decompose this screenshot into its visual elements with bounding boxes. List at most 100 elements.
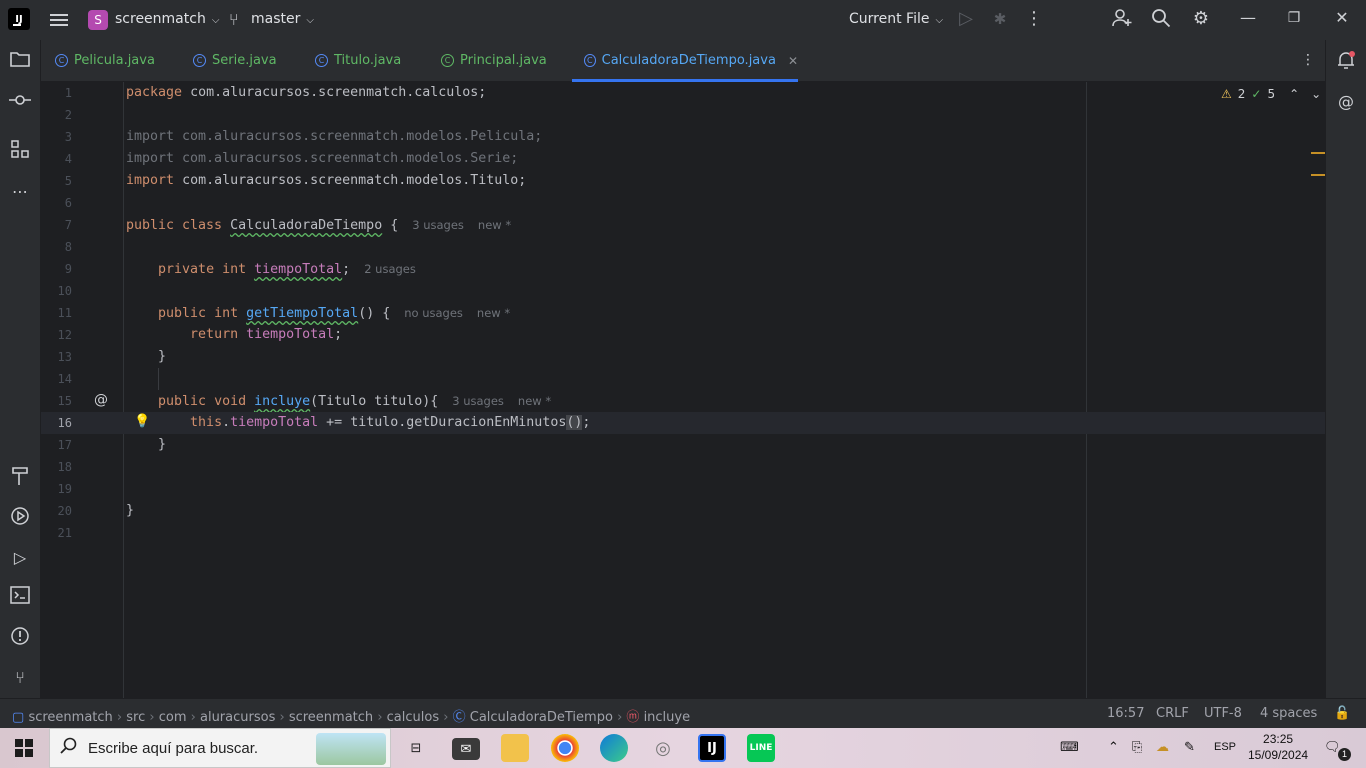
chrome-icon[interactable] <box>551 734 579 762</box>
file-explorer-icon[interactable] <box>501 734 529 762</box>
project-folder-icon[interactable] <box>8 50 32 74</box>
search-icon[interactable] <box>1149 8 1173 33</box>
ai-assistant-spiral-icon[interactable]: @ <box>1334 90 1358 114</box>
tab-titulo[interactable]: C Titulo.java <box>315 40 401 81</box>
debug-icon[interactable]: ✱ <box>988 10 1012 28</box>
tab-serie[interactable]: C Serie.java <box>193 40 277 81</box>
code-line: 3 import com.aluracursos.screenmatch.mode… <box>64 129 543 144</box>
file-encoding[interactable]: UTF-8 <box>1204 706 1242 721</box>
code-line: 7 public class CalculadoraDeTiempo {3 usa… <box>64 218 512 233</box>
branch-selector[interactable]: master ⌵ <box>251 11 314 27</box>
warning-stripe[interactable] <box>1311 152 1325 154</box>
breadcrumb-item[interactable]: screenmatch <box>28 710 112 725</box>
intellij-taskbar-icon[interactable]: IJ <box>698 734 726 762</box>
keyboard-layout-icon[interactable]: ⌨ <box>1060 739 1079 755</box>
implementation-gutter-icon[interactable]: @ <box>94 392 108 408</box>
project-badge[interactable]: S <box>88 10 108 30</box>
code-line: 4 import com.aluracursos.screenmatch.mode… <box>64 151 519 166</box>
indent-setting[interactable]: 4 spaces <box>1260 706 1317 721</box>
usages-hint[interactable]: no usages <box>404 306 463 320</box>
inspection-widget[interactable]: ⚠ 2 ✓ 5 ⌃ ⌄ <box>1221 87 1321 101</box>
left-tool-sidebar: ⋯ ▷ ⑂ <box>0 40 41 698</box>
module-icon: ▢ <box>12 710 25 725</box>
terminal-icon[interactable] <box>8 586 32 610</box>
task-view-icon[interactable]: ⊟ <box>402 734 430 762</box>
usages-hint[interactable]: 3 usages <box>412 218 464 232</box>
lightbulb-icon[interactable]: 💡 <box>134 414 150 429</box>
line-app-icon[interactable]: LINE <box>747 734 775 762</box>
run-config-label: Current File <box>849 11 930 27</box>
close-tab-icon[interactable]: ✕ <box>788 54 798 68</box>
class-icon: Ⓒ <box>452 710 466 725</box>
version-control-icon[interactable]: ⑂ <box>8 666 32 690</box>
tab-calculadoradetiempo[interactable]: C CalculadoraDeTiempo.java ✕ <box>572 40 798 82</box>
code-line: 15 public void incluye(Titulo titulo){3 … <box>57 394 552 409</box>
next-highlight-icon[interactable]: ⌄ <box>1311 87 1321 101</box>
taskbar-search[interactable]: Escribe aquí para buscar. <box>49 728 391 768</box>
services-icon[interactable] <box>8 506 32 530</box>
caret-position[interactable]: 16:57 <box>1107 706 1144 721</box>
breadcrumb-item[interactable]: com <box>159 710 187 725</box>
clock[interactable]: 23:25 15/09/2024 <box>1248 731 1308 763</box>
meet-now-icon[interactable]: ⎘ <box>1132 739 1142 755</box>
code-line: 18 <box>57 460 72 474</box>
project-name: screenmatch <box>115 11 206 27</box>
build-hammer-icon[interactable] <box>8 466 32 490</box>
code-line: 14 <box>57 372 72 386</box>
breadcrumb-item[interactable]: incluye <box>644 710 691 725</box>
mail-app-icon[interactable]: ✉ <box>452 738 480 760</box>
code-line: 13 } <box>57 349 167 364</box>
tab-pelicula[interactable]: C Pelicula.java <box>55 40 155 81</box>
warning-count: 2 <box>1237 87 1246 101</box>
breadcrumb-item[interactable]: screenmatch <box>289 710 373 725</box>
structure-icon[interactable] <box>8 140 32 164</box>
author-hint[interactable]: new * <box>477 306 510 320</box>
chevron-down-icon: ⌵ <box>935 15 944 26</box>
settings-gear-icon[interactable]: ⚙ <box>1189 8 1213 29</box>
main-menu-icon[interactable] <box>50 11 68 27</box>
breadcrumb-item[interactable]: src <box>126 710 145 725</box>
show-hidden-icons-chevron-icon[interactable]: ⌃ <box>1108 739 1119 755</box>
restore-window-icon[interactable]: ❐ <box>1282 10 1306 26</box>
minimize-icon[interactable]: — <box>1236 8 1260 27</box>
code-line: 2 <box>64 108 72 122</box>
run-icon[interactable]: ▷ <box>954 8 978 29</box>
warning-stripe[interactable] <box>1311 174 1325 176</box>
code-line: 9 private int tiempoTotal; 2 usages <box>64 262 416 277</box>
more-tools-icon[interactable]: ⋯ <box>8 180 32 204</box>
breadcrumb-item[interactable]: calculos <box>387 710 439 725</box>
previous-highlight-icon[interactable]: ⌃ <box>1289 87 1299 101</box>
search-placeholder: Escribe aquí para buscar. <box>88 739 259 757</box>
language-indicator[interactable]: ESP <box>1214 741 1236 753</box>
pen-icon[interactable]: ✎ <box>1184 739 1195 755</box>
edge-icon[interactable] <box>600 734 628 762</box>
more-actions-icon[interactable]: ⋮ <box>1022 8 1046 29</box>
problems-icon[interactable] <box>8 626 32 650</box>
project-selector[interactable]: screenmatch ⌵ <box>115 11 219 27</box>
notifications-bell-icon[interactable] <box>1334 50 1358 74</box>
close-window-icon[interactable]: ✕ <box>1330 8 1354 27</box>
run-config-selector[interactable]: Current File ⌵ <box>849 11 943 27</box>
windows-start-icon[interactable] <box>15 739 33 757</box>
line-separator[interactable]: CRLF <box>1156 706 1189 721</box>
class-icon: C <box>193 54 206 67</box>
code-line-current: 16 this.tiempoTotal += titulo.getDuracio… <box>41 412 1325 434</box>
run-tool-icon[interactable]: ▷ <box>8 546 32 570</box>
code-editor[interactable]: 1 package com.aluracursos.screenmatch.cal… <box>41 82 1325 698</box>
code-line: 8 <box>64 240 72 254</box>
commit-icon[interactable] <box>8 90 32 114</box>
intellij-logo-icon[interactable]: IJ <box>8 8 30 30</box>
usages-hint[interactable]: 2 usages <box>364 262 416 276</box>
breadcrumb-item[interactable]: CalculadoraDeTiempo <box>470 710 613 725</box>
onedrive-warning-icon[interactable]: ☁ <box>1156 739 1169 755</box>
obs-icon[interactable]: ◎ <box>649 734 677 762</box>
tabs-options-icon[interactable]: ⋮ <box>1301 52 1315 68</box>
tab-principal[interactable]: C Principal.java <box>441 40 547 81</box>
add-user-icon[interactable] <box>1110 8 1134 33</box>
author-hint[interactable]: new * <box>518 394 551 408</box>
author-hint[interactable]: new * <box>478 218 511 232</box>
check-icon: ✓ <box>1251 87 1262 101</box>
usages-hint[interactable]: 3 usages <box>452 394 504 408</box>
breadcrumb-item[interactable]: aluracursos <box>200 710 275 725</box>
lock-icon[interactable]: 🔓 <box>1334 706 1350 721</box>
